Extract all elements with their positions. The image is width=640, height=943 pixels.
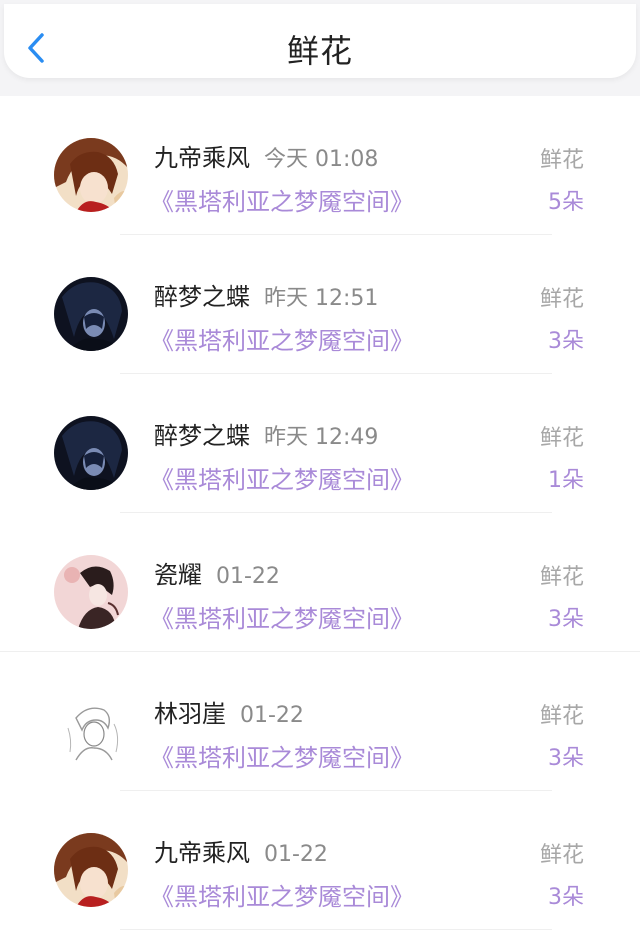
username-text: 醉梦之蝶 xyxy=(154,422,250,450)
username: 林羽崖 01-22 xyxy=(154,694,304,729)
avatar[interactable] xyxy=(54,833,128,907)
avatar[interactable] xyxy=(54,694,128,768)
gift-type: 鲜花 xyxy=(539,565,584,590)
timestamp: 01-22 xyxy=(240,703,304,728)
timestamp: 01-22 xyxy=(216,564,280,589)
list-item[interactable]: 醉梦之蝶 昨天 12:51 《黑塔利亚之梦魇空间》 鲜花 3朵 xyxy=(0,235,640,374)
book-link[interactable]: 《黑塔利亚之梦魇空间》 xyxy=(150,738,414,773)
book-link[interactable]: 《黑塔利亚之梦魇空间》 xyxy=(150,321,414,356)
gift-quantity: 3朵 xyxy=(548,885,584,910)
gift-type: 鲜花 xyxy=(539,287,584,312)
avatar[interactable] xyxy=(54,416,128,490)
timestamp: 今天 01:08 xyxy=(264,147,379,172)
avatar[interactable] xyxy=(54,555,128,629)
timestamp: 01-22 xyxy=(264,842,328,867)
username: 醉梦之蝶 昨天 12:49 xyxy=(154,416,378,451)
list-item[interactable]: 瓷耀 01-22 《黑塔利亚之梦魇空间》 鲜花 3朵 xyxy=(0,513,640,652)
gift-quantity: 3朵 xyxy=(548,746,584,771)
username: 瓷耀 01-22 xyxy=(154,555,280,590)
avatar[interactable] xyxy=(54,138,128,212)
username: 九帝乘风 01-22 xyxy=(154,833,328,868)
gift-type: 鲜花 xyxy=(539,843,584,868)
username: 九帝乘风 今天 01:08 xyxy=(154,138,378,173)
username-text: 瓷耀 xyxy=(154,561,202,589)
list-item[interactable]: 醉梦之蝶 昨天 12:49 《黑塔利亚之梦魇空间》 鲜花 1朵 xyxy=(0,374,640,513)
gift-type: 鲜花 xyxy=(539,704,584,729)
list-item[interactable]: 林羽崖 01-22 《黑塔利亚之梦魇空间》 鲜花 3朵 xyxy=(0,652,640,791)
gift-quantity: 1朵 xyxy=(548,468,584,493)
header-bar: 鲜花 xyxy=(4,4,636,78)
flower-list: 九帝乘风 今天 01:08 《黑塔利亚之梦魇空间》 鲜花 5朵 醉梦之蝶 昨天 12… xyxy=(0,96,640,943)
avatar[interactable] xyxy=(54,277,128,351)
header: 鲜花 xyxy=(0,0,640,96)
gift-quantity: 5朵 xyxy=(548,190,584,215)
username-text: 九帝乘风 xyxy=(154,839,250,867)
gift-type: 鲜花 xyxy=(539,426,584,451)
timestamp: 昨天 12:49 xyxy=(264,425,379,450)
gift-quantity: 3朵 xyxy=(548,329,584,354)
row-divider xyxy=(120,929,552,930)
gift-type: 鲜花 xyxy=(539,148,584,173)
list-item[interactable]: 九帝乘风 今天 01:08 《黑塔利亚之梦魇空间》 鲜花 5朵 xyxy=(0,96,640,235)
username: 醉梦之蝶 昨天 12:51 xyxy=(154,277,378,312)
book-link[interactable]: 《黑塔利亚之梦魇空间》 xyxy=(150,182,414,217)
timestamp: 昨天 12:51 xyxy=(264,286,379,311)
book-link[interactable]: 《黑塔利亚之梦魇空间》 xyxy=(150,599,414,634)
username-text: 醉梦之蝶 xyxy=(154,283,250,311)
book-link[interactable]: 《黑塔利亚之梦魇空间》 xyxy=(150,877,414,912)
gift-quantity: 3朵 xyxy=(548,607,584,632)
book-link[interactable]: 《黑塔利亚之梦魇空间》 xyxy=(150,460,414,495)
username-text: 林羽崖 xyxy=(154,700,226,728)
page-title: 鲜花 xyxy=(286,32,353,70)
username-text: 九帝乘风 xyxy=(154,144,250,172)
list-item[interactable]: 九帝乘风 01-22 《黑塔利亚之梦魇空间》 鲜花 3朵 xyxy=(0,791,640,930)
